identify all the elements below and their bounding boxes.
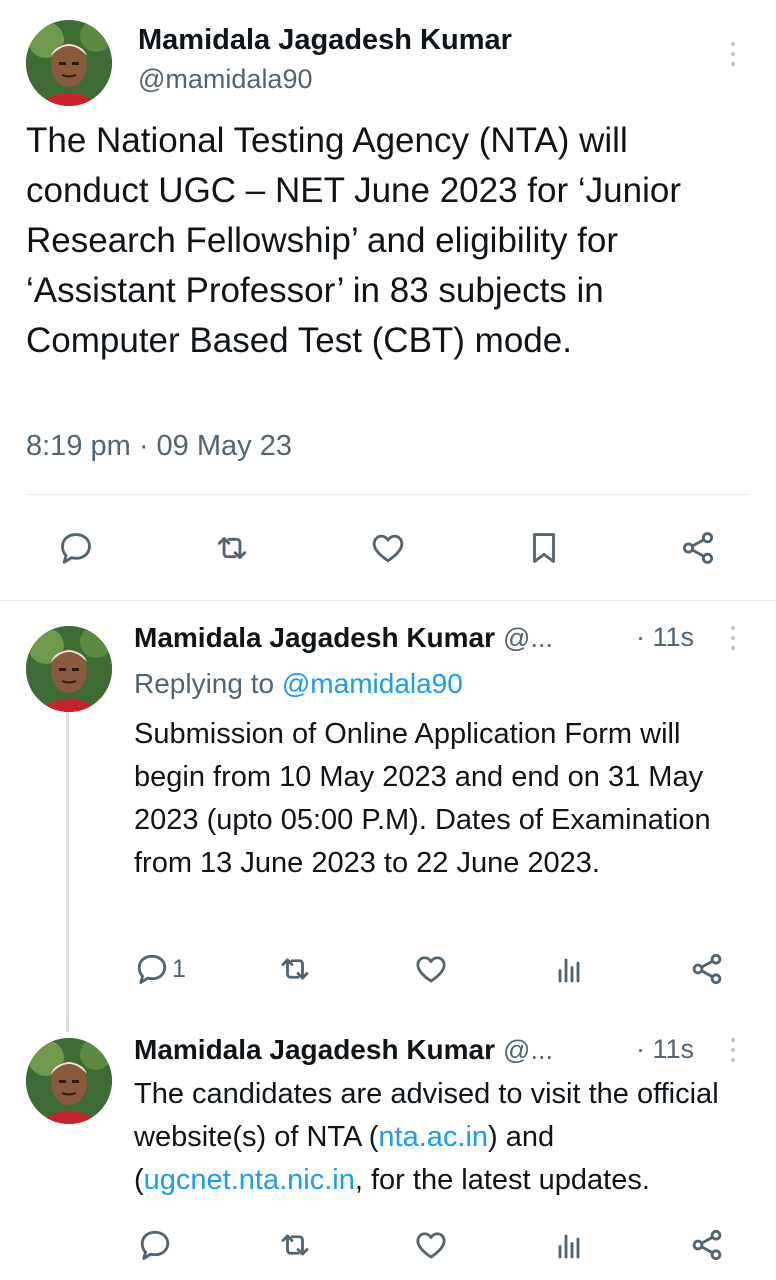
reply-text: Submission of Online Application Form wi…	[134, 718, 711, 879]
ugcnet-link[interactable]: ugcnet.nta.nic.in	[144, 1164, 355, 1196]
bookmark-icon	[533, 533, 555, 563]
section-divider	[0, 600, 776, 601]
views-chart-icon	[558, 1234, 580, 1259]
views-chart-icon	[558, 958, 580, 983]
thread-connector	[66, 712, 69, 1032]
reply-header: Mamidala Jagadesh Kumar @... · 11s	[134, 622, 734, 656]
reply-author-avatar[interactable]	[26, 626, 112, 712]
like-button[interactable]	[366, 526, 410, 570]
reply-author-handle[interactable]: @...	[503, 1035, 553, 1066]
reply-button[interactable]	[134, 1224, 176, 1266]
more-options-icon[interactable]	[730, 42, 736, 72]
bookmark-button[interactable]	[522, 526, 566, 570]
avatar-photo	[26, 20, 112, 106]
avatar-photo	[26, 1038, 112, 1124]
replying-mention[interactable]: @mamidala90	[282, 668, 463, 699]
reply-time[interactable]: · 11s	[636, 1034, 694, 1065]
reply-icon	[61, 533, 91, 564]
share-button[interactable]	[676, 526, 720, 570]
divider	[26, 494, 750, 495]
retweet-icon	[281, 1234, 309, 1256]
share-icon	[682, 532, 714, 564]
like-icon	[372, 534, 404, 563]
replying-prefix: Replying to	[134, 668, 275, 699]
like-icon	[416, 1232, 446, 1259]
nta-link[interactable]: nta.ac.in	[378, 1121, 488, 1153]
reply-button[interactable]: 1	[134, 948, 186, 990]
retweet-icon	[281, 958, 309, 980]
share-icon	[692, 1229, 722, 1261]
reply-text-part: , for the latest updates.	[354, 1164, 650, 1196]
share-button[interactable]	[686, 1224, 728, 1266]
share-icon	[692, 953, 722, 985]
retweet-button[interactable]	[274, 948, 316, 990]
like-button[interactable]	[410, 1224, 452, 1266]
retweet-button[interactable]	[210, 526, 254, 570]
reply-icon	[140, 1230, 170, 1260]
more-options-icon[interactable]	[730, 1038, 736, 1068]
views-button[interactable]	[548, 948, 590, 990]
reply-count: 1	[172, 954, 186, 983]
author-name[interactable]: Mamidala Jagadesh Kumar	[138, 24, 512, 57]
replying-to: Replying to @mamidala90	[134, 668, 463, 700]
reply-header: Mamidala Jagadesh Kumar @... · 11s	[134, 1034, 734, 1068]
more-options-icon[interactable]	[730, 626, 736, 656]
reply-icon	[137, 954, 167, 984]
reply-time[interactable]: · 11s	[636, 622, 694, 653]
like-button[interactable]	[410, 948, 452, 990]
author-handle[interactable]: @mamidala90	[138, 64, 313, 95]
tweet-timestamp[interactable]: 8:19 pm · 09 May 23	[26, 430, 292, 463]
reply-author-name[interactable]: Mamidala Jagadesh Kumar	[134, 1034, 495, 1066]
author-avatar[interactable]	[26, 20, 112, 106]
retweet-button[interactable]	[274, 1224, 316, 1266]
tweet-text: The National Testing Agency (NTA) will c…	[26, 121, 681, 360]
reply-author-name[interactable]: Mamidala Jagadesh Kumar	[134, 622, 495, 654]
retweet-icon	[217, 537, 247, 559]
views-button[interactable]	[548, 1224, 590, 1266]
reply-text: The candidates are advised to visit the …	[134, 1073, 754, 1202]
share-button[interactable]	[686, 948, 728, 990]
reply-button[interactable]	[54, 526, 98, 570]
reply-author-handle[interactable]: @...	[503, 623, 553, 654]
like-icon	[416, 956, 446, 983]
reply-author-avatar[interactable]	[26, 1038, 112, 1124]
avatar-photo	[26, 626, 112, 712]
